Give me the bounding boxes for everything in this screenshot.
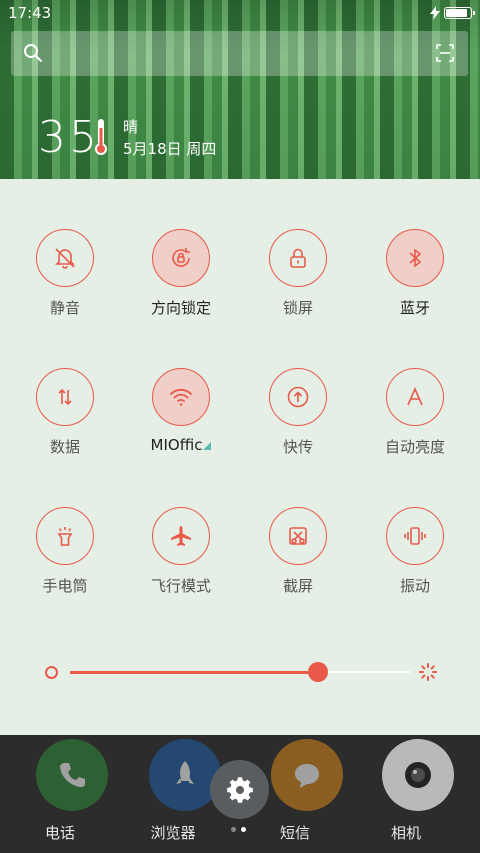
quick-settings-grid: 静音 方向锁定 锁屏 蓝牙 数据 MIOffic 快传 自动亮度 手电筒 飞行模…: [0, 179, 480, 649]
scan-icon[interactable]: [436, 44, 454, 62]
bluetooth-icon: [409, 248, 422, 268]
brightness-high-icon: [419, 663, 437, 681]
gear-icon: [226, 776, 253, 803]
dock-label-camera: 相机: [390, 824, 421, 842]
status-time: 17:43: [8, 4, 52, 22]
page-indicator: [231, 827, 246, 832]
toggle-wifi[interactable]: MIOffic: [121, 368, 241, 478]
toggle-flashlight[interactable]: 手电筒: [5, 507, 125, 617]
thermometer-icon: [95, 119, 107, 155]
toggle-silent-button[interactable]: [36, 229, 94, 287]
dock-app-phone[interactable]: 电话: [0, 735, 120, 853]
vibrate-icon: [404, 527, 426, 545]
wifi-icon: [170, 388, 192, 406]
page-dot-active[interactable]: [241, 827, 246, 832]
toggle-vibrate[interactable]: 振动: [355, 507, 475, 617]
brightness-fill: [70, 671, 319, 674]
toggle-lock-screen[interactable]: 锁屏: [238, 229, 358, 339]
toggle-mobile-data-label: 数据: [49, 438, 80, 456]
dock-label-browser: 浏览器: [150, 824, 196, 842]
temperature: 35: [38, 112, 100, 163]
toggle-auto-brightness-label: 自动亮度: [384, 438, 445, 456]
toggle-mobile-data-button[interactable]: [36, 368, 94, 426]
toggle-flashlight-button[interactable]: [36, 507, 94, 565]
toggle-mobile-data[interactable]: 数据: [5, 368, 125, 478]
toggle-flashlight-label: 手电筒: [42, 577, 88, 595]
search-bar[interactable]: [11, 31, 468, 76]
toggle-lock-screen-label: 锁屏: [282, 299, 313, 317]
status-bar: 17:43: [0, 0, 480, 28]
toggle-rotation-lock-button[interactable]: [152, 229, 210, 287]
toggle-vibrate-label: 振动: [399, 577, 430, 595]
toggle-quick-transfer[interactable]: 快传: [238, 368, 358, 478]
toggle-auto-brightness-button[interactable]: [386, 368, 444, 426]
data-arrows-icon: [58, 388, 72, 406]
page-dot[interactable]: [231, 827, 236, 832]
rotation-lock-icon: [172, 248, 190, 267]
phone-icon: [60, 763, 85, 787]
brightness-thumb[interactable]: [308, 662, 329, 682]
settings-button[interactable]: [210, 760, 269, 819]
toggle-bluetooth-label: 蓝牙: [399, 299, 430, 317]
search-icon: [24, 44, 42, 62]
toggle-rotation-lock[interactable]: 方向锁定: [121, 229, 241, 339]
toggle-airplane-mode-label: 飞行模式: [150, 577, 211, 595]
toggle-lock-screen-button[interactable]: [269, 229, 327, 287]
airplane-icon: [171, 526, 191, 546]
bell-off-icon: [55, 248, 75, 269]
camera-app-icon: [382, 739, 454, 811]
toggle-vibrate-button[interactable]: [386, 507, 444, 565]
header-wallpaper: 17:43 35 晴 5月18日 周四: [0, 0, 480, 179]
brightness-low-icon: [45, 666, 58, 679]
date-label: 5月18日 周四: [123, 140, 217, 158]
toggle-airplane-mode-button[interactable]: [152, 507, 210, 565]
wifi-network-name: MIOffic: [150, 436, 203, 454]
message-icon: [295, 764, 319, 788]
dock-label-messages: 短信: [279, 824, 310, 842]
phone-app-icon: [36, 739, 108, 811]
flashlight-icon: [57, 527, 73, 546]
browser-app-icon: [149, 739, 221, 811]
dock-app-camera[interactable]: 相机: [346, 735, 466, 853]
toggle-screenshot[interactable]: 截屏: [238, 507, 358, 617]
toggle-airplane-mode[interactable]: 飞行模式: [121, 507, 241, 617]
charging-icon: [430, 6, 440, 20]
toggle-auto-brightness[interactable]: 自动亮度: [355, 368, 475, 478]
toggle-bluetooth-button[interactable]: [386, 229, 444, 287]
toggle-quick-transfer-button[interactable]: [269, 368, 327, 426]
auto-brightness-icon: [407, 387, 423, 406]
toggle-screenshot-label: 截屏: [282, 577, 313, 595]
share-upload-icon: [287, 386, 309, 408]
toggle-wifi-button[interactable]: [152, 368, 210, 426]
lock-icon: [290, 248, 306, 268]
toggle-screenshot-button[interactable]: [269, 507, 327, 565]
toggle-silent[interactable]: 静音: [5, 229, 125, 339]
wifi-signal-corner-icon: [203, 442, 212, 450]
brightness-slider[interactable]: [0, 660, 480, 690]
camera-icon: [405, 762, 431, 788]
toggle-quick-transfer-label: 快传: [282, 438, 313, 456]
messages-app-icon: [271, 739, 343, 811]
toggle-rotation-lock-label: 方向锁定: [150, 299, 211, 317]
weather-condition: 晴: [123, 118, 139, 136]
toggle-bluetooth[interactable]: 蓝牙: [355, 229, 475, 339]
toggle-wifi-label: MIOffic: [121, 436, 241, 454]
rocket-icon: [176, 761, 194, 784]
toggle-silent-label: 静音: [49, 299, 80, 317]
dock-label-phone: 电话: [44, 824, 75, 842]
screenshot-icon: [289, 527, 307, 545]
battery-icon: [444, 7, 475, 19]
